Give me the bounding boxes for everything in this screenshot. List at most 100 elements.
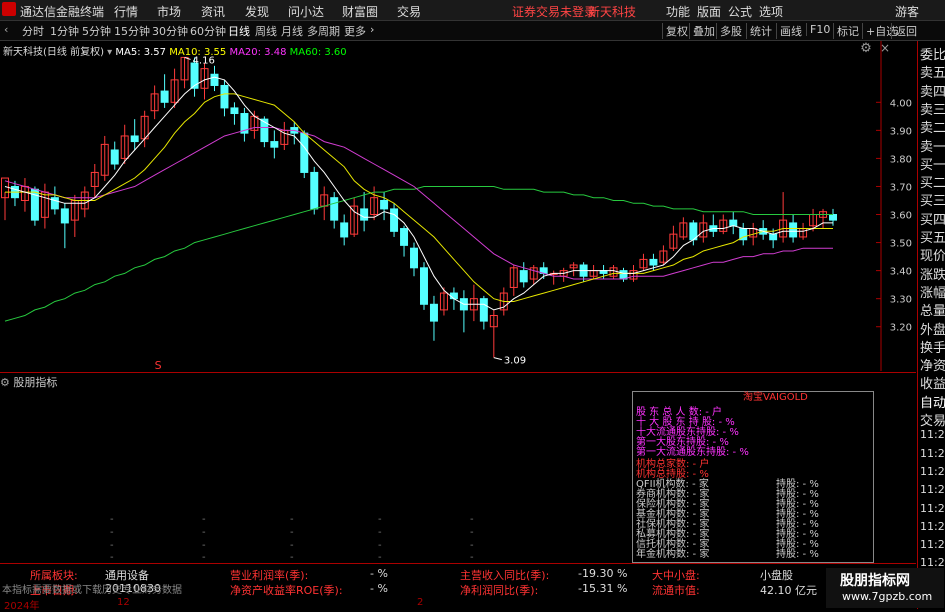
candle-body bbox=[220, 84, 229, 109]
sidebar-item-19[interactable]: 自动 bbox=[920, 392, 945, 411]
menu-formula[interactable]: 公式 bbox=[728, 3, 752, 20]
toolbar-chevron-icon[interactable]: ‹ bbox=[4, 23, 8, 36]
low-pointer bbox=[493, 357, 502, 361]
period-15min[interactable]: 15分钟 bbox=[114, 23, 150, 39]
period-30min[interactable]: 30分钟 bbox=[152, 23, 188, 39]
sidebar-item-15: 外盘 bbox=[920, 322, 945, 338]
sidebar-item-23[interactable]: 11:29 bbox=[920, 465, 945, 478]
watermark: 股朋指标网 www.7gpzb.com bbox=[826, 568, 944, 608]
y-tick-label: 3.60 bbox=[890, 211, 912, 222]
candle-body bbox=[340, 222, 349, 238]
candle-body bbox=[410, 247, 419, 269]
indicator-dash: - bbox=[110, 552, 114, 563]
menu-exchange[interactable]: 市场 bbox=[157, 3, 181, 20]
info-top-4: 第一大流通股东持股: - % bbox=[636, 447, 749, 458]
btn-fuquan[interactable]: 复权 bbox=[662, 23, 688, 39]
more-chevron-icon[interactable]: › bbox=[370, 23, 374, 36]
indicator-dash: - bbox=[110, 527, 114, 538]
sidebar-item-26[interactable]: 11:29 bbox=[920, 520, 945, 533]
candle-body bbox=[60, 208, 69, 224]
indicator-dash: - bbox=[470, 540, 474, 551]
period-fenshi[interactable]: 分时 bbox=[22, 23, 44, 39]
sidebar-item-27[interactable]: 11:29 bbox=[920, 538, 945, 551]
period-monthly[interactable]: 月线 bbox=[281, 23, 303, 39]
sidebar-item-21[interactable]: 11:29 bbox=[920, 428, 945, 441]
sidebar-item-8: 买三 bbox=[920, 194, 945, 210]
period-daily[interactable]: 日线 bbox=[228, 23, 250, 39]
menu-functions[interactable]: 功能 bbox=[666, 3, 690, 20]
sell-marker: S bbox=[155, 359, 162, 371]
indicator-dash: - bbox=[110, 540, 114, 551]
sidebar-item-25[interactable]: 11:29 bbox=[920, 502, 945, 515]
btn-overlay[interactable]: 叠加 bbox=[689, 23, 715, 39]
period-1min[interactable]: 1分钟 bbox=[50, 23, 79, 39]
ma60-line bbox=[4, 186, 833, 322]
menu-options[interactable]: 选项 bbox=[759, 3, 783, 20]
y-tick-label: 3.20 bbox=[890, 323, 912, 334]
ma20-line bbox=[4, 127, 833, 280]
period-more[interactable]: 更多 bbox=[344, 23, 366, 39]
menu-trade[interactable]: 交易 bbox=[397, 3, 421, 20]
ma5-line bbox=[4, 76, 833, 311]
indicator-dash: - bbox=[470, 527, 474, 538]
menu-wenxiaoda[interactable]: 问小达 bbox=[288, 3, 324, 20]
candle-body bbox=[449, 292, 458, 300]
menu-wealth[interactable]: 财富圈 bbox=[342, 3, 378, 20]
candle-body bbox=[260, 118, 269, 143]
btn-back[interactable]: 返回 bbox=[891, 23, 917, 39]
timeline-year: 2024年 bbox=[4, 601, 40, 612]
candle-body bbox=[270, 141, 279, 148]
y-tick-label: 4.00 bbox=[890, 98, 912, 109]
guest-label[interactable]: 游客 bbox=[895, 3, 919, 20]
menu-layout[interactable]: 版面 bbox=[697, 3, 721, 20]
gear-icon[interactable]: ⚙ bbox=[0, 376, 10, 389]
btn-multistock[interactable]: 多股 bbox=[716, 23, 742, 39]
candle-body bbox=[789, 222, 798, 238]
period-toolbar: ‹ 分时 1分钟 5分钟 15分钟 30分钟 60分钟 日线 周线 月线 多周期… bbox=[0, 21, 945, 41]
btn-f10[interactable]: F10 bbox=[806, 23, 830, 36]
candle-body bbox=[390, 208, 399, 232]
candle-body bbox=[729, 219, 738, 227]
period-5min[interactable]: 5分钟 bbox=[82, 23, 111, 39]
indicator-dash: - bbox=[378, 552, 382, 563]
row2-label-2: 净利润同比(季): bbox=[460, 584, 539, 597]
sidebar-item-20[interactable]: 交易 bbox=[920, 410, 945, 429]
sidebar-item-13: 涨幅 bbox=[920, 285, 945, 301]
btn-mark[interactable]: 标记 bbox=[833, 23, 859, 39]
row2-value-3: 42.10 亿元 bbox=[760, 584, 817, 597]
login-notice[interactable]: 证券交易未登录 bbox=[512, 3, 596, 20]
indicator-dash: - bbox=[378, 527, 382, 538]
sidebar-item-22[interactable]: 11:29 bbox=[920, 447, 945, 460]
row1-value-1: - % bbox=[370, 567, 388, 580]
indicator-dash: - bbox=[290, 552, 294, 563]
indicator-dash: - bbox=[290, 540, 294, 551]
sidebar-item-11: 现价 bbox=[920, 249, 945, 265]
candle-body bbox=[769, 233, 778, 241]
panel-separator bbox=[0, 372, 916, 373]
candle-body bbox=[419, 267, 428, 305]
candle-body bbox=[829, 214, 838, 221]
candle-body bbox=[380, 199, 389, 210]
kline-chart[interactable]: 4.00 3.90 3.80 3.70 3.60 3.50 3.40 3.30 3.20 4.16… bbox=[0, 41, 916, 371]
info-title: 淘宝VAIGOLD bbox=[743, 392, 808, 403]
btn-draw[interactable]: 画线 bbox=[776, 23, 802, 39]
sidebar-item-1: 卖五 bbox=[920, 66, 945, 82]
y-tick-label: 3.80 bbox=[890, 154, 912, 165]
row1-label-2: 主营收入同比(季): bbox=[460, 569, 550, 582]
sidebar-item-9: 买四 bbox=[920, 212, 945, 228]
menu-market[interactable]: 行情 bbox=[114, 3, 138, 20]
menu-discover[interactable]: 发现 bbox=[245, 3, 269, 20]
watermark-url: www.7gpzb.com bbox=[842, 590, 933, 603]
candle-body bbox=[649, 258, 658, 266]
menu-news[interactable]: 资讯 bbox=[201, 3, 225, 20]
sidebar-item-18: 收益 bbox=[920, 377, 945, 393]
period-multi[interactable]: 多周期 bbox=[307, 23, 340, 39]
indicator-header: ⚙ 股朋指标 bbox=[0, 374, 57, 390]
btn-stats[interactable]: 统计 bbox=[746, 23, 772, 39]
candle-body bbox=[519, 270, 528, 283]
indicator-name[interactable]: 股朋指标 bbox=[13, 376, 57, 389]
period-weekly[interactable]: 周线 bbox=[255, 23, 277, 39]
sidebar-item-24[interactable]: 11:29 bbox=[920, 483, 945, 496]
period-60min[interactable]: 60分钟 bbox=[190, 23, 226, 39]
low-label: 3.09 bbox=[504, 356, 526, 367]
